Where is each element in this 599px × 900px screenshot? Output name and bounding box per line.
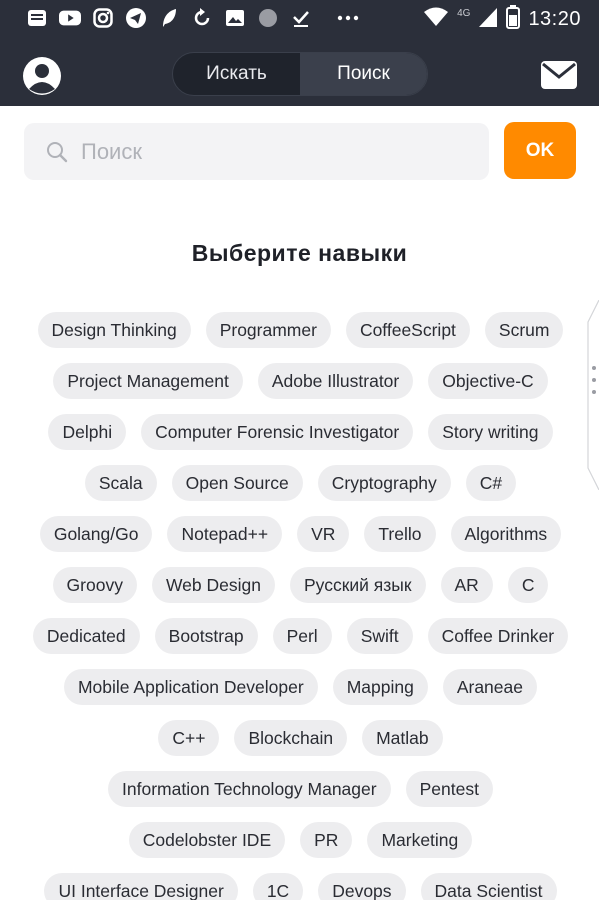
skill-chip[interactable]: Marketing	[367, 822, 473, 858]
signal-icon	[478, 6, 498, 33]
battery-icon	[506, 5, 521, 34]
skill-chip[interactable]: Codelobster IDE	[128, 822, 286, 858]
skills-list: Design Thinking Programmer CoffeeScript Scr…	[18, 312, 583, 900]
skill-chip[interactable]: Araneae	[442, 669, 537, 705]
skill-row: Information Technology Manager Pentest	[18, 771, 583, 807]
skill-chip[interactable]: Coffee Drinker	[427, 618, 569, 654]
system-icons: 4G 13:20	[423, 5, 581, 34]
checkmark-icon	[290, 7, 312, 29]
status-bar: 4G 13:20	[0, 0, 599, 36]
skill-row: Scala Open Source Cryptography C#	[18, 465, 583, 501]
skill-row: Golang/Go Notepad++ VR Trello Algorithms	[18, 516, 583, 552]
skill-chip[interactable]: AR	[440, 567, 493, 603]
skill-chip[interactable]: Data Scientist	[420, 873, 557, 900]
search-box	[24, 123, 489, 180]
skill-chip[interactable]: Scrum	[484, 312, 564, 348]
skill-chip[interactable]: Notepad++	[167, 516, 283, 552]
skill-chip[interactable]: Information Technology Manager	[108, 771, 391, 807]
ok-button[interactable]: OK	[504, 122, 576, 179]
skill-row: Groovy Web Design Русский язык AR C	[18, 567, 583, 603]
network-type-label: 4G	[457, 8, 471, 19]
skill-chip[interactable]: Dedicated	[32, 618, 140, 654]
skill-row: Mobile Application Developer Mapping Arane…	[18, 669, 583, 705]
skill-chip[interactable]: Design Thinking	[37, 312, 191, 348]
skill-chip[interactable]: Cryptography	[317, 465, 451, 501]
wifi-icon	[423, 6, 449, 33]
skill-chip[interactable]: Story writing	[428, 414, 553, 450]
skill-row: Dedicated Bootstrap Perl Swift Coffee Drinke…	[18, 618, 583, 654]
skill-row: UI Interface Designer 1C Devops Data Scient…	[18, 873, 583, 900]
skill-row: Design Thinking Programmer CoffeeScript Scr…	[18, 312, 583, 348]
skill-chip[interactable]: Computer Forensic Investigator	[141, 414, 414, 450]
page-title: Выберите навыки	[191, 240, 408, 266]
skill-chip[interactable]: C++	[158, 720, 220, 756]
skill-chip[interactable]: Groovy	[52, 567, 137, 603]
skill-chip[interactable]: Delphi	[48, 414, 127, 450]
skill-chip[interactable]: Algorithms	[450, 516, 562, 552]
mail-icon	[541, 61, 577, 89]
skill-chip[interactable]: Objective-C	[428, 363, 548, 399]
notification-icons	[26, 7, 359, 29]
circle-icon	[257, 7, 279, 29]
skill-chip[interactable]: Bootstrap	[154, 618, 258, 654]
skill-chip[interactable]: Open Source	[171, 465, 303, 501]
skill-chip[interactable]: Project Management	[53, 363, 243, 399]
skill-chip[interactable]: Adobe Illustrator	[257, 363, 414, 399]
skill-chip[interactable]: Swift	[346, 618, 413, 654]
skill-chip[interactable]: UI Interface Designer	[44, 873, 238, 900]
profile-button[interactable]	[22, 56, 62, 96]
message-icon	[26, 7, 48, 29]
skill-chip[interactable]: Mapping	[332, 669, 428, 705]
skill-row: Codelobster IDE PR Marketing	[18, 822, 583, 858]
mode-switch: Искать Поиск	[172, 52, 428, 96]
clock: 13:20	[528, 8, 581, 30]
search-input[interactable]	[81, 123, 471, 180]
instagram-icon	[92, 7, 114, 29]
tab-poisk[interactable]: Поиск	[300, 53, 427, 95]
skill-chip[interactable]: Web Design	[151, 567, 275, 603]
skill-chip[interactable]: Trello	[364, 516, 436, 552]
skill-chip[interactable]: C#	[465, 465, 517, 501]
skill-chip[interactable]: Blockchain	[234, 720, 348, 756]
skill-chip[interactable]: VR	[297, 516, 350, 552]
skill-row: C++ Blockchain Matlab	[18, 720, 583, 756]
sync-icon	[191, 7, 213, 29]
image-icon	[224, 7, 246, 29]
telegram-icon	[125, 7, 147, 29]
app-header: Искать Поиск	[0, 36, 599, 106]
skill-row: Project Management Adobe Illustrator Objec…	[18, 363, 583, 399]
skill-chip[interactable]: Mobile Application Developer	[63, 669, 318, 705]
skill-chip[interactable]: Golang/Go	[39, 516, 153, 552]
skill-chip[interactable]: Matlab	[362, 720, 443, 756]
skill-chip[interactable]: CoffeeScript	[345, 312, 470, 348]
skill-chip[interactable]: PR	[300, 822, 353, 858]
skill-chip[interactable]: C	[507, 567, 549, 603]
profile-icon	[23, 57, 61, 95]
leaf-icon	[158, 7, 180, 29]
youtube-icon	[59, 7, 81, 29]
skill-chip[interactable]: Programmer	[205, 312, 331, 348]
messages-button[interactable]	[540, 60, 578, 90]
skill-chip[interactable]: 1C	[252, 873, 304, 900]
skill-row: Delphi Computer Forensic Investigator Stor…	[18, 414, 583, 450]
tab-iskat[interactable]: Искать	[173, 53, 300, 95]
skill-chip[interactable]: Perl	[272, 618, 332, 654]
skill-chip[interactable]: Pentest	[405, 771, 493, 807]
search-icon	[47, 142, 68, 163]
skill-chip[interactable]: Devops	[318, 873, 406, 900]
side-drawer-handle[interactable]	[585, 299, 599, 491]
more-icon	[337, 7, 359, 29]
skill-chip[interactable]: Русский язык	[289, 567, 426, 603]
skill-chip[interactable]: Scala	[84, 465, 157, 501]
